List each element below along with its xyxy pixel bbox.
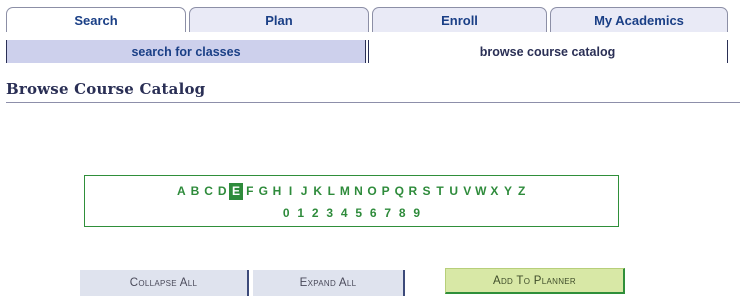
main-tab-bar: Search Plan Enroll My Academics: [6, 7, 728, 32]
letter-link-w[interactable]: W: [474, 183, 488, 200]
letter-link-j[interactable]: J: [297, 183, 311, 200]
button-label: Expand All: [299, 277, 357, 289]
tab-search[interactable]: Search: [6, 7, 186, 32]
digit-link-9[interactable]: 9: [410, 205, 425, 222]
letter-link-p[interactable]: P: [379, 183, 393, 200]
digit-link-3[interactable]: 3: [323, 205, 338, 222]
subtab-divider: [727, 40, 728, 63]
add-to-planner-button[interactable]: Add To Planner: [445, 268, 625, 294]
letter-row: ABCDEFGHIJKLMNOPQRSTUVWXYZ: [85, 183, 618, 200]
letter-link-c[interactable]: C: [202, 183, 216, 200]
letter-link-m[interactable]: M: [338, 183, 352, 200]
page-title: Browse Course Catalog: [6, 80, 206, 98]
subtab-browse-course-catalog[interactable]: browse course catalog: [369, 40, 726, 63]
letter-link-e[interactable]: E: [228, 183, 243, 200]
letter-link-k[interactable]: K: [311, 183, 325, 200]
letter-link-y[interactable]: Y: [501, 183, 515, 200]
digit-link-6[interactable]: 6: [366, 205, 381, 222]
tab-label: Enroll: [441, 12, 478, 28]
tab-label: My Academics: [594, 12, 684, 28]
tab-label: Plan: [265, 12, 293, 28]
letter-link-t[interactable]: T: [433, 183, 447, 200]
tab-enroll[interactable]: Enroll: [372, 7, 547, 32]
letter-link-o[interactable]: O: [365, 183, 379, 200]
tab-my-academics[interactable]: My Academics: [550, 7, 728, 32]
digit-link-8[interactable]: 8: [395, 205, 410, 222]
title-divider: [6, 102, 740, 103]
letter-link-g[interactable]: G: [257, 183, 271, 200]
subtab-divider: [365, 40, 366, 63]
letter-link-a[interactable]: A: [175, 183, 189, 200]
letter-link-u[interactable]: U: [447, 183, 461, 200]
letter-link-v[interactable]: V: [460, 183, 474, 200]
collapse-all-button[interactable]: Collapse All: [80, 270, 249, 296]
tab-label: Search: [74, 12, 118, 28]
letter-link-z[interactable]: Z: [515, 183, 529, 200]
digit-link-0[interactable]: 0: [279, 205, 294, 222]
digit-link-7[interactable]: 7: [381, 205, 396, 222]
digit-link-4[interactable]: 4: [337, 205, 352, 222]
subtab-search-for-classes[interactable]: search for classes: [7, 40, 365, 63]
button-label: Collapse All: [129, 277, 198, 289]
letter-link-h[interactable]: H: [270, 183, 284, 200]
alphabet-index: ABCDEFGHIJKLMNOPQRSTUVWXYZ 0123456789: [84, 175, 619, 227]
letter-link-r[interactable]: R: [406, 183, 420, 200]
digit-link-5[interactable]: 5: [352, 205, 367, 222]
subtab-label: search for classes: [131, 44, 241, 59]
digit-link-1[interactable]: 1: [294, 205, 309, 222]
letter-link-s[interactable]: S: [420, 183, 434, 200]
tab-plan[interactable]: Plan: [189, 7, 369, 32]
letter-link-q[interactable]: Q: [392, 183, 406, 200]
letter-link-l[interactable]: L: [325, 183, 339, 200]
digit-row: 0123456789: [85, 205, 618, 222]
letter-link-b[interactable]: B: [188, 183, 202, 200]
letter-link-d[interactable]: D: [215, 183, 229, 200]
expand-all-button[interactable]: Expand All: [253, 270, 405, 296]
subtab-label: browse course catalog: [479, 44, 616, 59]
sub-tab-bar: search for classes browse course catalog: [6, 40, 728, 63]
letter-link-x[interactable]: X: [488, 183, 502, 200]
digit-link-2[interactable]: 2: [308, 205, 323, 222]
letter-link-n[interactable]: N: [352, 183, 366, 200]
letter-link-i[interactable]: I: [284, 183, 298, 200]
letter-link-f[interactable]: F: [243, 183, 257, 200]
button-label: Add To Planner: [493, 274, 576, 287]
